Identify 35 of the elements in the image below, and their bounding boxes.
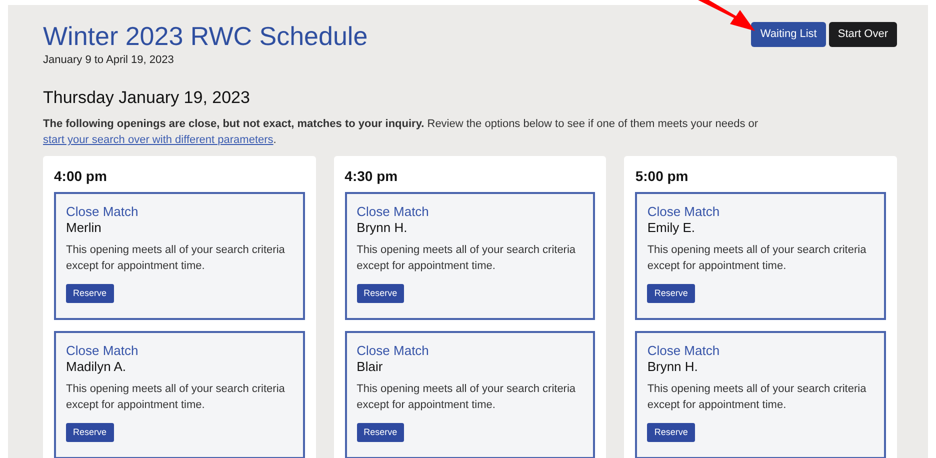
start-over-button[interactable]: Start Over — [828, 22, 897, 47]
time-heading: 4:30 pm — [344, 167, 399, 186]
advisor-name: Emily E. — [647, 220, 696, 236]
opening-description: This opening meets all of your search criteria except for appointment time. — [647, 382, 868, 413]
reserve-button[interactable]: Reserve — [647, 422, 695, 442]
intro-text: The following openings are close, but not exact, matches to your inquiry. Review the options below to see if one of them meets your needs or start your search over with different parameters. — [43, 117, 760, 148]
opening-description: This opening meets all of your search criteria except for appointment time. — [647, 243, 868, 274]
date-range: January 9 to April 19, 2023 — [43, 53, 175, 68]
match-label: Close Match — [647, 342, 721, 359]
opening-description: This opening meets all of your search criteria except for appointment time. — [66, 243, 286, 274]
reserve-button[interactable]: Reserve — [66, 422, 114, 442]
advisor-name: Madilyn A. — [66, 358, 127, 375]
match-label: Close Match — [647, 204, 721, 220]
match-label: Close Match — [66, 204, 140, 220]
advisor-name: Brynn H. — [647, 358, 699, 375]
time-heading: 5:00 pm — [635, 167, 690, 186]
start-over-link[interactable]: start your search over with different parameters — [43, 134, 274, 146]
time-heading: 4:00 pm — [54, 167, 108, 186]
annotation-arrow — [698, 0, 758, 34]
reserve-button[interactable]: Reserve — [66, 284, 114, 303]
opening-description: This opening meets all of your search criteria except for appointment time. — [356, 382, 577, 413]
opening-description: This opening meets all of your search criteria except for appointment time. — [66, 382, 286, 413]
reserve-button[interactable]: Reserve — [356, 284, 404, 303]
match-label: Close Match — [66, 342, 140, 359]
match-label: Close Match — [356, 342, 430, 359]
opening-description: This opening meets all of your search criteria except for appointment time. — [356, 243, 577, 274]
waiting-list-button[interactable]: Waiting List — [751, 22, 826, 47]
reserve-button[interactable]: Reserve — [647, 284, 695, 303]
reserve-button[interactable]: Reserve — [356, 422, 404, 442]
page-title: Winter 2023 RWC Schedule — [43, 20, 368, 52]
match-label: Close Match — [356, 204, 430, 220]
advisor-name: Brynn H. — [356, 220, 408, 236]
advisor-name: Merlin — [66, 220, 102, 236]
advisor-name: Blair — [356, 358, 384, 375]
date-heading: Thursday January 19, 2023 — [43, 86, 251, 108]
